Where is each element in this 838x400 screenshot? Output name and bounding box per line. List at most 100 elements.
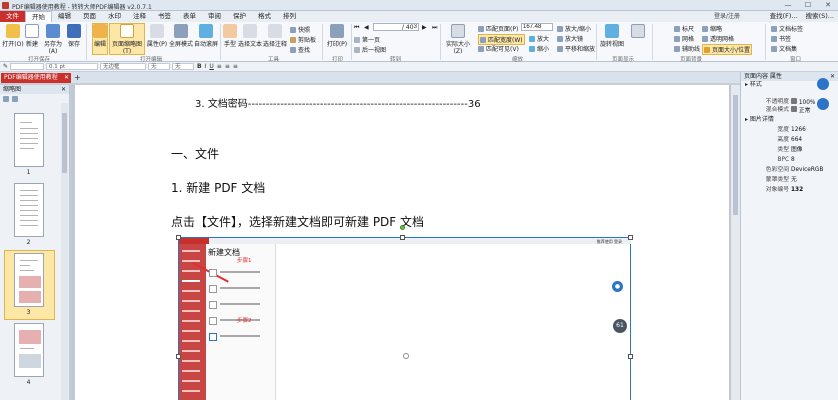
side-refresh-icon[interactable] xyxy=(817,78,829,90)
save-button[interactable]: 保存 xyxy=(67,24,81,48)
bookmarks-button[interactable]: 书签 xyxy=(771,34,791,43)
grid-toggle[interactable]: 网格 xyxy=(674,34,694,43)
fit-visible-icon xyxy=(478,45,484,52)
embedded-screenshot[interactable]: 推荐使用 登录 新建文档 步骤1 步骤2 xyxy=(178,237,631,400)
magnifier-button[interactable]: 放大镜 xyxy=(557,34,583,43)
print-button[interactable]: 打印(P) xyxy=(326,24,348,48)
menu-watermark[interactable]: 水印 xyxy=(102,11,127,22)
thumbnail-scrollbar[interactable] xyxy=(61,103,68,400)
close-panel-icon[interactable]: ✕ xyxy=(61,85,66,94)
find-button[interactable]: 查找 xyxy=(290,45,310,54)
new-button[interactable]: 新建 xyxy=(25,24,39,48)
hand-tool-button[interactable]: 手型 xyxy=(223,24,237,48)
thumbnail-page-2[interactable] xyxy=(14,183,44,237)
minimize-button[interactable]: — xyxy=(778,0,798,11)
maximize-button[interactable]: ☐ xyxy=(798,0,818,11)
select-annotation-button[interactable]: 选择注释 xyxy=(263,24,287,48)
resize-handle-ml[interactable] xyxy=(176,354,181,359)
italic-icon[interactable]: I xyxy=(205,63,207,70)
close-tab-icon[interactable]: ✕ xyxy=(64,73,69,83)
image-details-section[interactable]: ▸ 图片详情 xyxy=(741,116,774,124)
menu-annotate[interactable]: 注释 xyxy=(127,11,152,22)
font-size-select[interactable]: 0.1 pt xyxy=(46,63,99,70)
bold-icon[interactable]: B xyxy=(197,63,202,70)
close-panel-icon[interactable]: ✕ xyxy=(830,72,835,81)
menu-start[interactable]: 开始 xyxy=(25,11,52,22)
snapshot-button[interactable]: 快照 xyxy=(290,25,310,34)
document-scrollbar[interactable] xyxy=(731,85,740,400)
autoscroll-button[interactable]: 自动滚屏 xyxy=(194,24,218,48)
guides-toggle[interactable]: 辅助线 xyxy=(674,44,700,53)
zoom-in-button[interactable]: 放大 xyxy=(529,34,549,43)
first-page-icon: ⏮ xyxy=(354,24,360,31)
underline-icon[interactable]: U xyxy=(209,63,213,70)
thumbnail-page-3[interactable] xyxy=(14,253,44,307)
document-tab[interactable]: PDF编辑器使用教程 ✕ xyxy=(1,73,71,83)
fill-select[interactable]: 无 xyxy=(148,63,171,70)
fit-page-button[interactable]: 匹配页面(P) xyxy=(478,24,518,33)
thumbnail-page-4[interactable] xyxy=(14,323,44,377)
zoom-out-button[interactable]: 缩小 xyxy=(529,44,549,53)
align-left-icon[interactable]: ≡ xyxy=(217,63,222,70)
save-as-button[interactable]: 另存为(A) xyxy=(40,24,66,55)
find-menu[interactable]: 查找(F)... xyxy=(770,11,798,22)
menu-review[interactable]: 审阅 xyxy=(202,11,227,22)
fullscreen-button[interactable]: 全屏模式 xyxy=(169,24,193,48)
page-thumbnail-button[interactable]: 页面缩略图(T) xyxy=(109,23,145,55)
menu-arrange[interactable]: 排列 xyxy=(277,11,302,22)
zoom-input[interactable] xyxy=(521,23,553,31)
width-select[interactable]: 无 xyxy=(172,63,195,70)
resize-handle-mr[interactable] xyxy=(628,354,633,359)
zoom-thumbnail-icon[interactable] xyxy=(12,95,18,102)
actual-size-button[interactable]: 实际大小(Z) xyxy=(443,24,473,55)
menu-format[interactable]: 格式 xyxy=(252,11,277,22)
properties-button[interactable]: 属性(P) xyxy=(146,24,168,48)
floating-badge[interactable]: 61 xyxy=(613,319,627,333)
prev-page-arrow-button[interactable]: ◀ xyxy=(364,24,369,31)
chat-icon[interactable]: ● xyxy=(612,281,623,292)
doc-panel-button[interactable]: 文档集 xyxy=(771,44,797,53)
center-handle[interactable] xyxy=(403,353,409,359)
pen-icon[interactable]: ✎ xyxy=(3,63,8,70)
close-button[interactable]: ✕ xyxy=(818,0,838,11)
thumbnail-page-1[interactable] xyxy=(14,113,44,167)
clipboard-button[interactable]: 剪贴板 xyxy=(290,35,316,44)
rotate-handle[interactable] xyxy=(400,225,405,230)
select-text-button[interactable]: 选择文本 xyxy=(238,24,262,48)
doc-tag-button[interactable]: 文档标签 xyxy=(771,24,803,33)
thumbnails-toggle[interactable]: 缩略 xyxy=(702,24,722,33)
thumbnail-options-icon[interactable] xyxy=(3,95,9,102)
line-style-select[interactable]: 无边框 xyxy=(100,63,147,70)
side-sync-icon[interactable] xyxy=(817,98,829,110)
resize-handle-tm[interactable] xyxy=(400,235,405,240)
new-tab-button[interactable]: + xyxy=(74,73,81,83)
page-display-button[interactable] xyxy=(628,24,648,39)
line-color-select[interactable] xyxy=(10,63,45,70)
first-page-link[interactable]: 第一页 xyxy=(354,35,380,44)
menu-page[interactable]: 页面 xyxy=(77,11,102,22)
align-center-icon[interactable]: ≡ xyxy=(225,63,230,70)
resize-handle-tl[interactable] xyxy=(176,235,181,240)
search-menu[interactable]: 搜索(S)... xyxy=(806,11,834,22)
last-page-button[interactable]: ⏭ xyxy=(432,24,437,32)
menu-form[interactable]: 表单 xyxy=(177,11,202,22)
menu-protect[interactable]: 保护 xyxy=(227,11,252,22)
open-button[interactable]: 打开(O) xyxy=(2,24,24,48)
menu-edit[interactable]: 编辑 xyxy=(52,11,77,22)
zoom-in-out-button[interactable]: 放大/缩小 xyxy=(557,24,591,33)
resize-handle-tr[interactable] xyxy=(628,235,633,240)
menu-bookmark[interactable]: 书签 xyxy=(152,11,177,22)
page-size-position-button[interactable]: 页面大小/位置 xyxy=(702,44,753,55)
menu-file[interactable]: 文件 xyxy=(0,11,25,22)
align-right-icon[interactable]: ≡ xyxy=(233,63,238,70)
ruler-toggle[interactable]: 标尺 xyxy=(674,24,694,33)
fit-visible-button[interactable]: 匹配可见(V) xyxy=(478,44,519,53)
rotate-view-button[interactable]: 旋转视图 xyxy=(598,24,626,48)
next-page-arrow-button[interactable]: ▶ xyxy=(422,24,427,31)
first-page-button[interactable]: ⏮ xyxy=(354,24,359,32)
next-view-link[interactable]: 后一视图 xyxy=(354,45,386,54)
transparent-grid-toggle[interactable]: 透明网格 xyxy=(702,34,734,43)
login-link[interactable]: 登录/注册 xyxy=(714,11,740,22)
pan-zoom-button[interactable]: 平移和缩放 xyxy=(557,44,595,53)
edit-button[interactable]: 编辑 xyxy=(92,23,108,55)
